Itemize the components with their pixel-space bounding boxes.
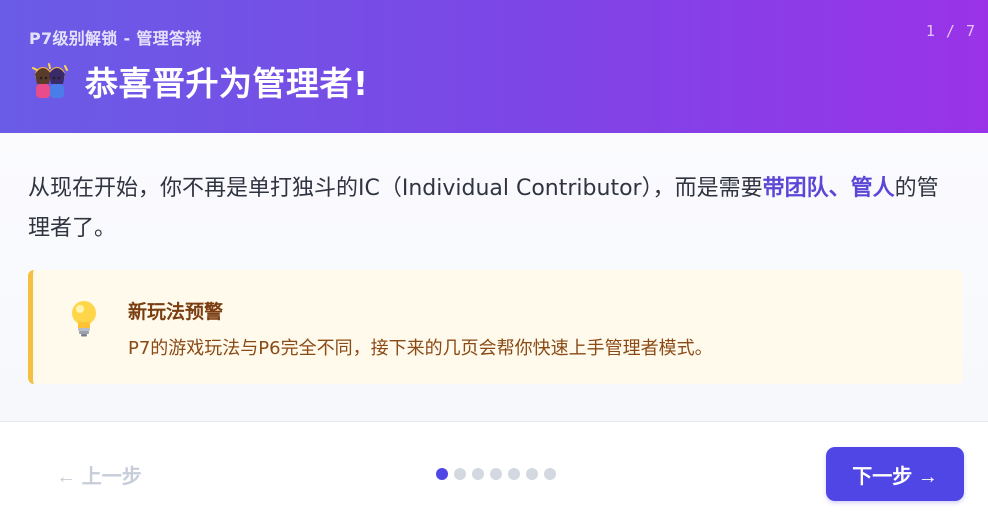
pagination-dot-3[interactable] [472, 468, 484, 480]
light-bulb-icon [67, 298, 101, 338]
footer-nav: ← 上一步 下一步 → [0, 421, 988, 515]
pagination-dots [436, 468, 556, 480]
intro-paragraph: 从现在开始，你不再是单打独斗的IC（Individual Contributor… [28, 169, 958, 249]
pagination-dot-1[interactable] [436, 468, 448, 480]
pagination-dot-2[interactable] [454, 468, 466, 480]
title-row: 恭喜晋升为管理者! [29, 58, 369, 104]
onboarding-card: P7级别解锁 - 管理答辩 1 / 7 恭喜晋升为管理者! 从现在开始，你不再是… [0, 0, 988, 515]
notice-text: P7的游戏玩法与P6完全不同，接下来的几页会帮你快速上手管理者模式。 [128, 338, 713, 359]
step-counter: 1 / 7 [925, 22, 976, 40]
page-title: 恭喜晋升为管理者! [85, 64, 369, 103]
pagination-dot-7[interactable] [544, 468, 556, 480]
pagination-dot-5[interactable] [508, 468, 520, 480]
intro-text-part1: 从现在开始，你不再是单打独斗的IC（Individual Contributor… [28, 176, 763, 201]
pagination-dot-6[interactable] [526, 468, 538, 480]
pagination-dot-4[interactable] [490, 468, 502, 480]
level-subtitle: P7级别解锁 - 管理答辩 [29, 29, 202, 48]
content-area: 从现在开始，你不再是单打独斗的IC（Individual Contributor… [0, 133, 988, 421]
notice-callout: 新玩法预警 P7的游戏玩法与P6完全不同，接下来的几页会帮你快速上手管理者模式。 [28, 270, 963, 384]
intro-highlight: 带团队、管人 [762, 176, 895, 201]
notice-title: 新玩法预警 [128, 301, 224, 323]
header-banner: P7级别解锁 - 管理答辩 1 / 7 恭喜晋升为管理者! [0, 0, 988, 133]
prev-step-button[interactable]: ← 上一步 [40, 448, 158, 500]
partying-people-icon [29, 60, 71, 102]
next-step-button[interactable]: 下一步 → [826, 447, 964, 501]
